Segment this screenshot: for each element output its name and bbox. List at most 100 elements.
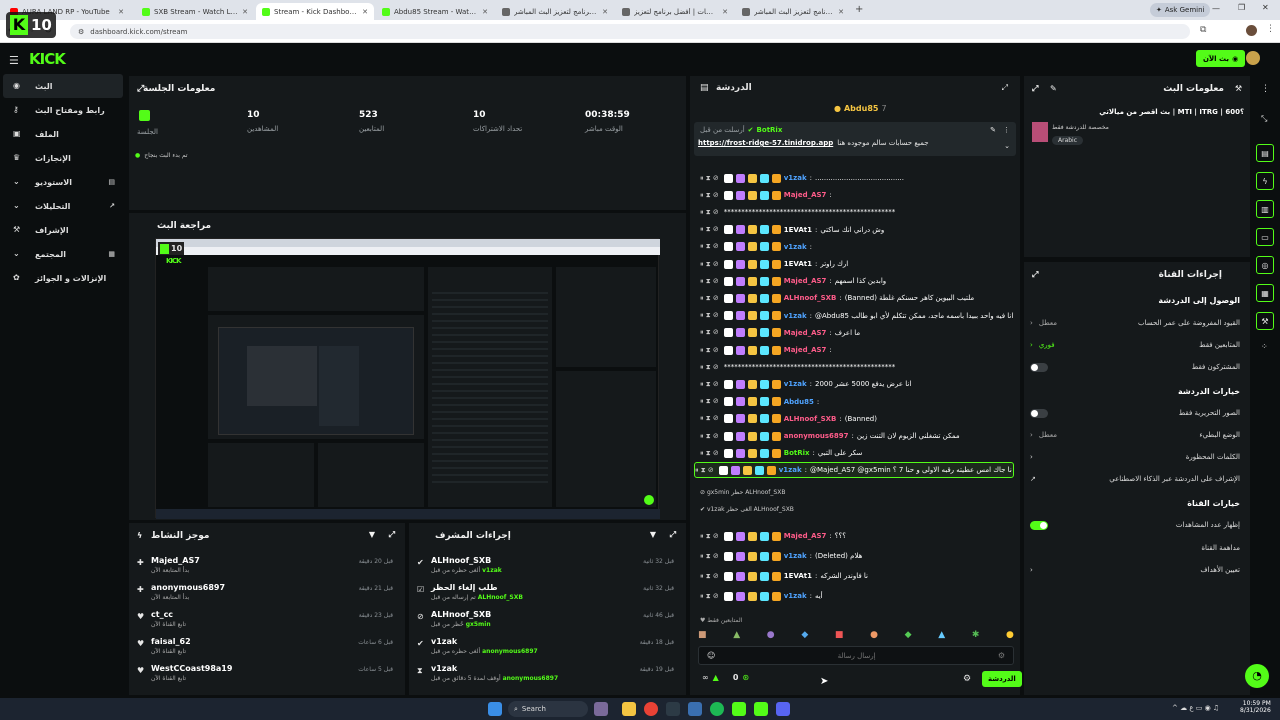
sidebar-item-drops[interactable]: ✿ الإنزالات و الجوائز (3, 266, 123, 290)
chat-username[interactable]: v1zak (784, 380, 807, 388)
chat-username[interactable]: v1zak (784, 174, 807, 182)
sidebar-item-studio[interactable]: ⌄ الاستوديو ▤ (3, 170, 123, 194)
more-icon[interactable]: ⋮ (1261, 84, 1270, 94)
setting-row[interactable]: إظهار عدد المشاهدات (1030, 514, 1240, 536)
extensions-icon[interactable]: ⧉ (1200, 25, 1206, 35)
sidebar-item-profile[interactable]: ▣ الملف (3, 122, 123, 146)
user-avatar[interactable] (1246, 51, 1260, 65)
close-icon[interactable]: ✕ (602, 8, 608, 16)
browser-tab[interactable]: أفضل برنامج لتعزيز البث المباشر✕ (736, 3, 850, 20)
emote-icon[interactable]: ● (870, 630, 878, 640)
setting-row[interactable]: الصور التحريرية فقط (1030, 402, 1240, 424)
setting-row[interactable]: › تعيين الأهداف (1030, 559, 1240, 581)
chat-message[interactable]: ⏸ ⧗ ⊘ Majed_AS7: (700, 187, 1016, 203)
collapse-icon[interactable]: ⤡ (1261, 114, 1267, 124)
expand-icon[interactable]: ⤢ (389, 530, 395, 540)
rail-grid-icon[interactable]: ⁘ (1261, 342, 1268, 351)
chat-message[interactable]: ⏸ ⧗ ⊘ v1zak: @Abdu85 انا فيه واحد ببيدا با… (700, 308, 1016, 324)
chrome-icon[interactable] (644, 702, 658, 716)
menu-icon[interactable]: ☰ (9, 54, 19, 67)
emote-icon[interactable]: ▲ (733, 630, 740, 640)
chat-username[interactable]: 1EVAt1 (784, 572, 812, 580)
new-tab-button[interactable]: + (855, 4, 863, 15)
mod-tools-icon[interactable]: ⏸ ⧗ ⊘ (700, 432, 719, 441)
chat-username[interactable]: Majed_AS7 (784, 191, 827, 199)
sidebar-item-key[interactable]: ⚷ رابط ومفتاح البث (3, 98, 123, 122)
mod-tools-icon[interactable]: ⏸ ⧗ ⊘ (700, 311, 719, 320)
chat-username[interactable]: ALHnoof_SXB (784, 415, 837, 423)
mod-tools-icon[interactable]: ⏸ ⧗ ⊘ (700, 242, 719, 251)
setting-row[interactable]: › فوري المتابعين فقط (1030, 334, 1240, 356)
chat-message[interactable]: ⏸ ⧗ ⊘ v1zak: أيه (700, 588, 1016, 604)
app-icon[interactable] (688, 702, 702, 716)
setting-row[interactable]: مداهمة القناة (1030, 537, 1240, 559)
mod-tools-icon[interactable]: ⏸ ⧗ ⊘ (700, 363, 719, 372)
emote-icon[interactable]: ● (1006, 630, 1014, 640)
chat-settings-icon[interactable]: ⚙ (963, 674, 971, 684)
windows-start-icon[interactable] (488, 702, 502, 716)
profile-avatar[interactable] (1246, 25, 1257, 36)
chat-username[interactable]: Majed_AS7 (784, 532, 827, 540)
mod-tools-icon[interactable]: ⏸ ⧗ ⊘ (700, 260, 719, 269)
mod-tools-icon[interactable]: ⏸ ⧗ ⊘ (700, 208, 719, 217)
sidebar-item-stream[interactable]: ◉ البث (3, 74, 123, 98)
chat-username[interactable]: v1zak (784, 243, 807, 251)
browser-tab[interactable]: الوسيطات | أفضل برنامج لتعزيز✕ (616, 3, 734, 20)
close-icon[interactable]: ✕ (242, 8, 248, 16)
ask-gemini-button[interactable]: ✦ Ask Gemini (1150, 3, 1211, 17)
chat-message[interactable]: ⏸ ⧗ ⊘ ***********************************… (700, 204, 1016, 220)
chat-username[interactable]: BotRix (784, 449, 810, 457)
browser-tab[interactable]: Abdu85 Stream - Watch Live on Kick✕ (376, 3, 494, 20)
browser-tab[interactable]: أفضل برنامج لتعزيز البث المباشر✕ (496, 3, 614, 20)
emote-icon[interactable]: ✱ (972, 630, 980, 640)
close-icon[interactable]: ✕ (722, 8, 728, 16)
chat-username[interactable]: Majed_AS7 (784, 329, 827, 337)
chat-username[interactable]: Abdu85 (784, 398, 814, 406)
chat-username[interactable]: v1zak (784, 592, 807, 600)
mod-tools-icon[interactable]: ⏸ ⧗ ⊘ (700, 552, 719, 561)
mod-tools-icon[interactable]: ⏸ ⧗ ⊘ (700, 572, 719, 581)
chat-message[interactable]: ⏸ ⧗ ⊘ v1zak: (Deleted) هلام (700, 548, 1016, 564)
chat-username[interactable]: Majed_AS7 (784, 346, 827, 354)
chat-username[interactable]: 1EVAt1 (784, 226, 812, 234)
widgets-icon[interactable] (594, 702, 608, 716)
sidebar-item-community[interactable]: ⌄ المجتمع ▦ (3, 242, 123, 266)
pin-icon[interactable]: ✎ (990, 126, 996, 134)
taskbar-search[interactable]: ⌕ Search (508, 701, 588, 717)
kick-app-icon[interactable] (732, 702, 746, 716)
pinned-message[interactable]: أرسلت من قبل ✔ BotRix https://frost-ridge-… (694, 122, 1016, 156)
chat-message[interactable]: ⏸ ⧗ ⊘ BotRix: سكر على التبي (700, 445, 1016, 461)
mod-tools-icon[interactable]: ⏸ ⧗ ⊘ (700, 397, 719, 406)
chat-message[interactable]: ⏸ ⧗ ⊘ v1zak: انا عرض يدفع 5000 عشر 2000 (700, 376, 1016, 392)
discord-icon[interactable] (776, 702, 790, 716)
browser-tab[interactable]: SXB Stream - Watch Live on Kick✕ (136, 3, 254, 20)
rail-bolt-icon[interactable]: ϟ (1256, 172, 1274, 190)
chat-message[interactable]: ⏸ ⧗ ⊘ ALHnoof_SXB: (Banned) (700, 411, 1016, 427)
rail-chat-icon[interactable]: ▭ (1256, 228, 1274, 246)
chat-username[interactable]: anonymous6897 (784, 432, 849, 440)
sidebar-item-moderation[interactable]: ⚒ الإشراف (3, 218, 123, 242)
chat-message[interactable]: ⏸ ⧗ ⊘ ALHnoof_SXB: (Banned) ملتيب البيوين … (700, 290, 1016, 306)
stream-preview-video[interactable]: 10 KICK (155, 238, 660, 519)
kick-studio-icon[interactable] (754, 702, 768, 716)
clock[interactable]: 10:59 PM 8/31/2026 (1240, 700, 1271, 714)
chat-username[interactable]: v1zak (784, 312, 807, 320)
chat-message[interactable]: ⏸ ⧗ ⊘ 1EVAt1: ارك راوتر (700, 256, 1016, 272)
mod-tools-icon[interactable]: ⏸ ⧗ ⊘ (700, 346, 719, 355)
close-icon[interactable]: ✕ (362, 8, 368, 16)
mod-tools-icon[interactable]: ⏸ ⧗ ⊘ (700, 225, 719, 234)
emote-icon[interactable]: ■ (698, 630, 707, 640)
rail-panel-icon[interactable]: ▤ (1256, 144, 1274, 162)
chat-username[interactable]: ALHnoof_SXB (784, 294, 837, 302)
expand-icon[interactable]: ⤢ (1032, 270, 1038, 280)
spotify-icon[interactable] (710, 702, 724, 716)
rail-stack-icon[interactable]: ▦ (1256, 284, 1274, 302)
mod-tools-icon[interactable]: ⏸ ⧗ ⊘ (700, 449, 719, 458)
chat-message[interactable]: ⏸ ⧗ ⊘ Majed_AS7: ؟؟؟ (700, 528, 1016, 544)
chat-message[interactable]: ⏸ ⧗ ⊘ 1EVAt1: وش دراني انك ساكتي (700, 222, 1016, 238)
go-live-button[interactable]: بث الآن ◉ (1196, 50, 1246, 67)
rail-hammer-icon[interactable]: ⚒ (1256, 312, 1274, 330)
browser-menu-icon[interactable]: ⋮ (1266, 24, 1275, 34)
emoji-icon[interactable]: ☺ (707, 651, 715, 660)
chat-message[interactable]: ⏸ ⧗ ⊘ Majed_AS7: وابدين كذا اسمهم (700, 273, 1016, 289)
